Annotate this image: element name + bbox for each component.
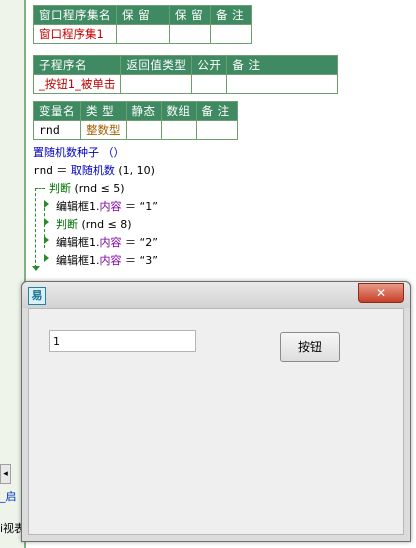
window-client-area: 1 按钮 — [28, 308, 404, 535]
judge-keyword: 判断 — [56, 218, 78, 231]
content-property: 内容 — [99, 200, 122, 213]
assembly-name-cell[interactable]: 窗口程序集1 — [33, 24, 117, 44]
col-remark: 备 注 — [226, 55, 339, 75]
table-header-row: 子程序名 返回值类型 公开 备 注 — [32, 55, 339, 75]
code-line-judge-2[interactable]: 判断 (rnd ≤ 8) — [56, 217, 132, 233]
col-static: 静态 — [125, 101, 162, 121]
editbox-object: 编辑框1. — [56, 254, 100, 267]
col-remark: 备 注 — [210, 5, 252, 25]
flow-line — [35, 188, 36, 268]
var-type-cell[interactable]: 整数型 — [80, 120, 127, 140]
table-row[interactable]: _按钮1_被单击 — [32, 74, 339, 94]
code-line-set-2[interactable]: 编辑框1.内容 ＝ “2” — [56, 235, 158, 251]
branch-arrow-icon — [44, 218, 49, 226]
col-assembly-name: 窗口程序集名 — [33, 5, 117, 25]
col-sub-name: 子程序名 — [32, 55, 122, 75]
scroll-left-arrow-icon[interactable]: ◂ — [0, 464, 11, 484]
var-rnd: rnd — [33, 164, 53, 177]
assigned-value: ＝ “2” — [121, 236, 158, 249]
col-return-type: 返回值类型 — [120, 55, 193, 75]
judge-condition: (rnd ≤ 5) — [71, 182, 125, 195]
code-line-assign-rnd[interactable]: rnd ＝ 取随机数 (1, 10) — [33, 163, 155, 179]
sub-name-cell[interactable]: _按钮1_被单击 — [32, 74, 122, 94]
col-public: 公开 — [191, 55, 228, 75]
remark-cell[interactable] — [195, 120, 238, 140]
program-window: 易 ✕ 1 按钮 — [21, 281, 411, 542]
table-header-row: 变量名 类 型 静态 数组 备 注 — [33, 101, 238, 121]
remark-cell[interactable] — [226, 74, 339, 94]
assign-operator: ＝ — [52, 164, 71, 177]
edit-box-1[interactable]: 1 — [49, 330, 196, 352]
random-function: 取随机数 — [70, 164, 115, 177]
return-type-cell[interactable] — [120, 74, 193, 94]
window-titlebar[interactable]: 易 ✕ — [22, 282, 410, 308]
judge-condition: (rnd ≤ 8) — [78, 218, 132, 231]
code-line-judge-1[interactable]: 判断 (rnd ≤ 5) — [49, 181, 125, 197]
subroutine-table: 子程序名 返回值类型 公开 备 注 _按钮1_被单击 — [32, 55, 339, 94]
reserved-cell-2[interactable] — [169, 24, 211, 44]
flow-line — [35, 188, 45, 189]
col-type: 类 型 — [80, 101, 127, 121]
branch-arrow-icon — [44, 200, 49, 208]
function-args: (1, 10) — [114, 164, 155, 177]
bottom-tab-fragment[interactable]: _启 — [0, 488, 17, 504]
app-logo-icon[interactable]: 易 — [28, 287, 46, 305]
button-1[interactable]: 按钮 — [280, 332, 340, 362]
code-line-set-3[interactable]: 编辑框1.内容 ＝ “3” — [56, 253, 158, 269]
branch-arrow-icon — [44, 236, 49, 244]
array-cell[interactable] — [160, 120, 197, 140]
content-property: 内容 — [99, 236, 122, 249]
static-cell[interactable] — [125, 120, 162, 140]
remark-cell[interactable] — [210, 24, 252, 44]
branch-arrow-icon — [44, 254, 49, 262]
col-reserved-2: 保 留 — [169, 5, 211, 25]
col-reserved-1: 保 留 — [116, 5, 170, 25]
code-line-randomize[interactable]: 置随机数种子 （） — [33, 145, 125, 161]
var-name-cell[interactable]: rnd — [33, 120, 81, 140]
variable-table: 变量名 类 型 静态 数组 备 注 rnd 整数型 — [33, 101, 238, 140]
close-button[interactable]: ✕ — [358, 283, 404, 303]
col-array: 数组 — [160, 101, 197, 121]
table-header-row: 窗口程序集名 保 留 保 留 备 注 — [33, 5, 252, 25]
assigned-value: ＝ “1” — [121, 200, 158, 213]
window-assembly-table: 窗口程序集名 保 留 保 留 备 注 窗口程序集1 — [33, 5, 252, 44]
editbox-object: 编辑框1. — [56, 200, 100, 213]
content-property: 内容 — [99, 254, 122, 267]
public-cell[interactable] — [191, 74, 228, 94]
editbox-object: 编辑框1. — [56, 236, 100, 249]
table-row[interactable]: rnd 整数型 — [33, 120, 238, 140]
col-remark: 备 注 — [195, 101, 238, 121]
judge-keyword: 判断 — [49, 182, 71, 195]
table-row[interactable]: 窗口程序集1 — [33, 24, 252, 44]
assigned-value: ＝ “3” — [121, 254, 158, 267]
col-var-name: 变量名 — [33, 101, 81, 121]
code-line-set-1[interactable]: 编辑框1.内容 ＝ “1” — [56, 199, 158, 215]
reserved-cell-1[interactable] — [116, 24, 170, 44]
flow-end-arrow-icon — [32, 266, 40, 271]
